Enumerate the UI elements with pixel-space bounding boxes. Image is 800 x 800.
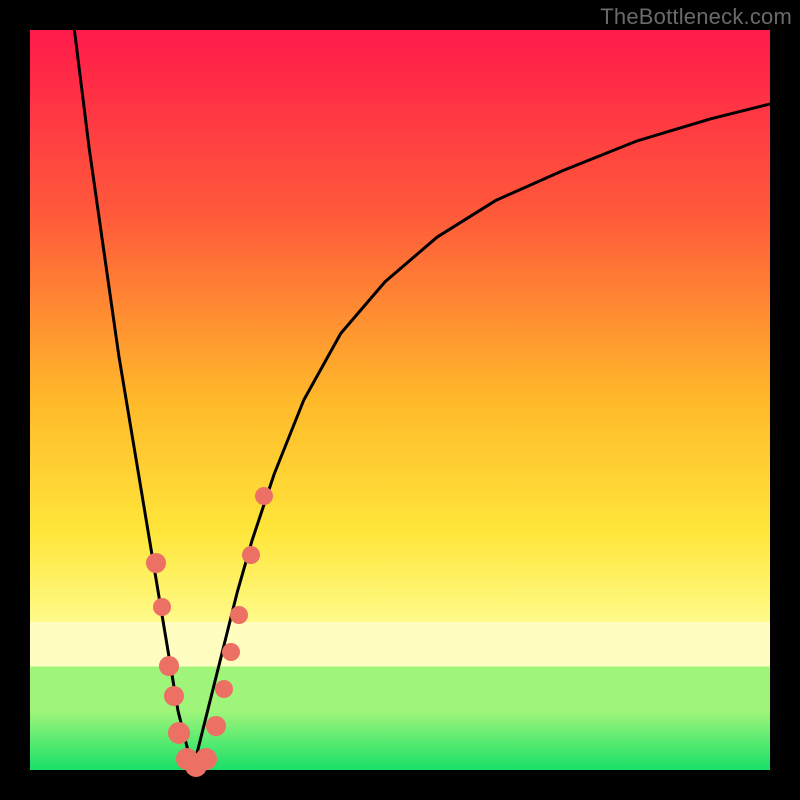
data-marker <box>255 487 273 505</box>
data-marker <box>153 598 171 616</box>
data-marker <box>242 546 260 564</box>
data-marker <box>164 686 184 706</box>
chart-stage: TheBottleneck.com <box>0 0 800 800</box>
bottleneck-curve <box>30 30 770 770</box>
plot-area <box>30 30 770 770</box>
watermark-label: TheBottleneck.com <box>600 4 792 30</box>
data-marker <box>159 656 179 676</box>
data-marker <box>206 716 226 736</box>
data-marker <box>195 748 217 770</box>
data-marker <box>146 553 166 573</box>
data-marker <box>168 722 190 744</box>
data-marker <box>215 680 233 698</box>
data-marker <box>222 643 240 661</box>
data-marker <box>230 606 248 624</box>
